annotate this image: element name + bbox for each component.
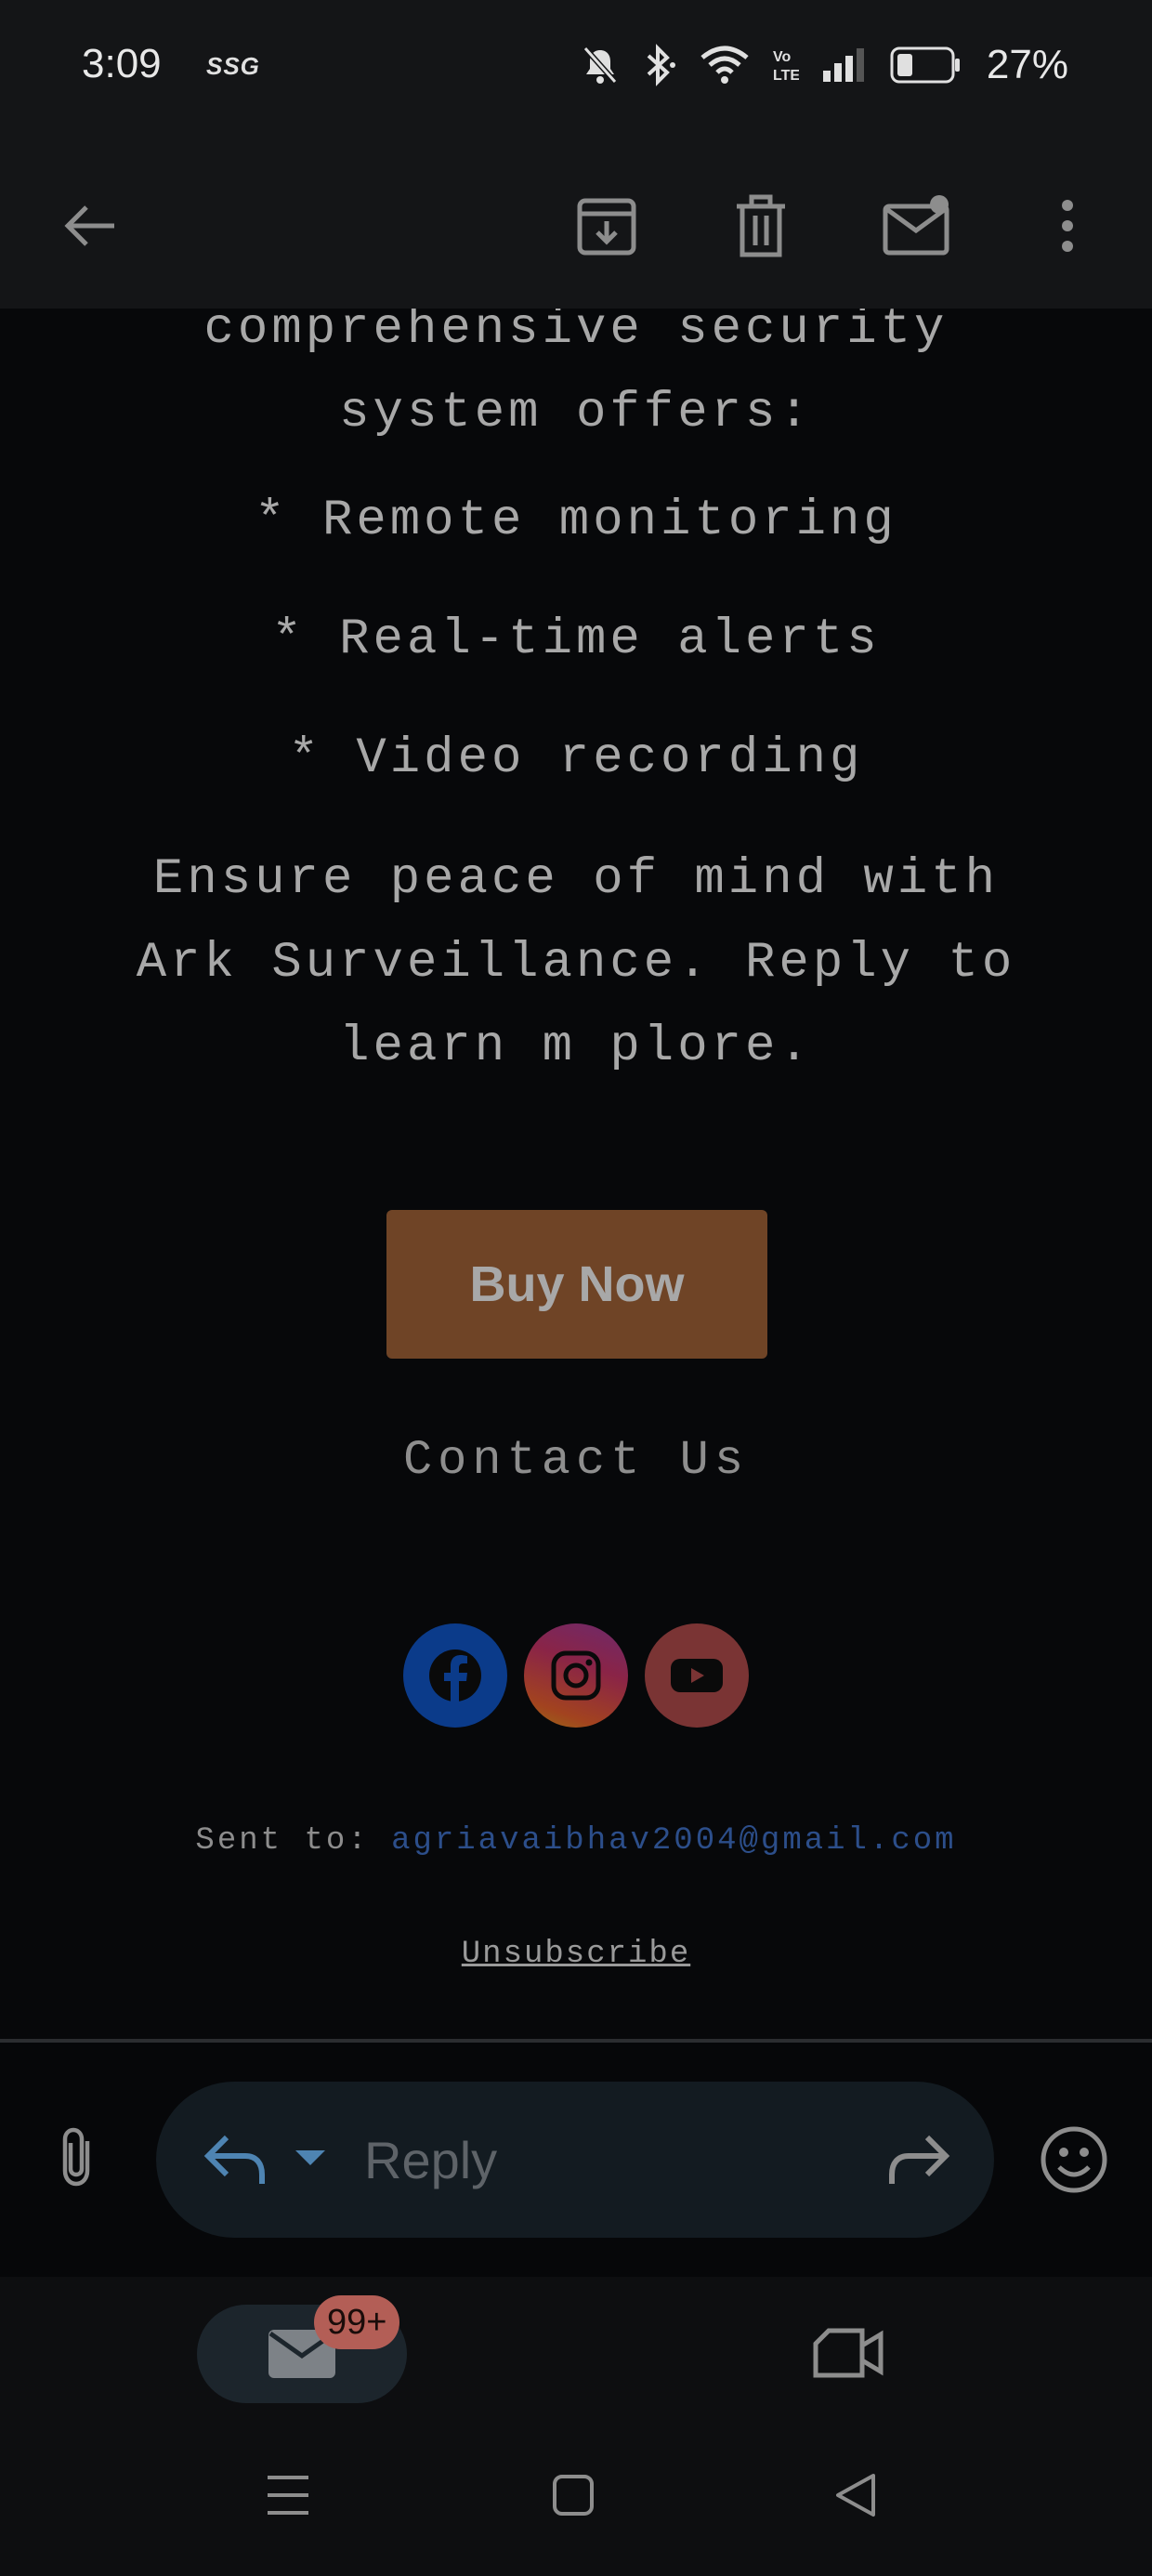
email-body: comprehensive security system offers: * … (0, 309, 1152, 2039)
youtube-link[interactable] (645, 1623, 749, 1728)
contact-us-link[interactable]: Contact Us (0, 1433, 1152, 1488)
intro-line-1: comprehensive security (203, 309, 949, 358)
recipient-email-link[interactable]: agriavaibhav2004@gmail.com (391, 1823, 957, 1859)
back-nav-icon[interactable] (834, 2472, 877, 2518)
instagram-icon (551, 1650, 601, 1701)
closing-line-3: learn m plore. (339, 1019, 813, 1075)
unread-badge: 99+ (314, 2295, 400, 2349)
sent-to-label: Sent to: (195, 1823, 370, 1859)
status-icons: Vo LTE 27% (582, 37, 1068, 93)
feature-item: * Remote monitoring (255, 493, 897, 549)
mark-unread-icon (883, 195, 949, 256)
feature-item: * Video recording (288, 730, 864, 787)
paperclip-icon (62, 2127, 90, 2187)
more-options-button[interactable] (1016, 175, 1119, 277)
status-time: 3:09 (82, 41, 162, 86)
reply-field[interactable]: Reply (156, 2082, 994, 2238)
facebook-link[interactable] (403, 1623, 507, 1728)
instagram-link[interactable] (524, 1623, 628, 1728)
bluetooth-icon (647, 44, 675, 86)
system-nav (0, 2427, 1152, 2576)
social-links (403, 1623, 749, 1728)
reply-icon (203, 2135, 265, 2184)
youtube-icon (671, 1659, 723, 1692)
svg-text:Vo: Vo (773, 49, 791, 65)
volte-icon: Vo LTE (773, 49, 799, 84)
forward-icon[interactable] (884, 2130, 953, 2189)
app-bar (0, 139, 1152, 309)
video-camera-icon (813, 2328, 884, 2378)
feature-item: * Real-time alerts (271, 611, 881, 668)
wifi-icon (700, 46, 749, 84)
intro-line-2: system offers: (339, 385, 813, 441)
emoji-button[interactable] (1039, 2124, 1109, 2200)
attach-button[interactable] (45, 2124, 111, 2196)
back-button[interactable] (39, 175, 141, 277)
status-carrier: SSG (206, 52, 260, 80)
svg-text:LTE: LTE (773, 68, 799, 84)
recents-icon[interactable] (266, 2472, 310, 2518)
buy-now-button[interactable]: Buy Now (386, 1210, 767, 1359)
more-vert-icon (1062, 200, 1073, 252)
closing-line-1: Ensure peace of mind with (152, 851, 1000, 908)
back-arrow-icon (64, 205, 114, 246)
delete-button[interactable] (710, 175, 812, 277)
emoji-icon (1041, 2126, 1107, 2193)
bottom-nav: 99+ (0, 2277, 1152, 2427)
unsubscribe-link[interactable]: Unsubscribe (0, 1937, 1152, 1972)
chevron-down-icon[interactable] (292, 2147, 329, 2169)
trash-icon (737, 194, 785, 257)
meet-tab[interactable] (812, 2325, 886, 2385)
battery-icon (890, 46, 960, 84)
archive-icon (577, 198, 636, 256)
closing-line-2: Ark Surveillance. Reply to (136, 935, 1016, 992)
reply-bar: Reply (0, 2043, 1152, 2277)
mute-icon (583, 46, 618, 84)
home-icon[interactable] (552, 2472, 595, 2518)
battery-percent: 27% (986, 42, 1068, 87)
signal-icon (822, 48, 864, 82)
status-bar: 3:09 SSG Vo LTE 27% (0, 0, 1152, 139)
mark-unread-button[interactable] (866, 175, 968, 277)
archive-button[interactable] (556, 175, 658, 277)
reply-placeholder: Reply (364, 2131, 498, 2189)
facebook-icon (429, 1649, 481, 1702)
sent-to-line: Sent to: agriavaibhav2004@gmail.com (0, 1823, 1152, 1859)
